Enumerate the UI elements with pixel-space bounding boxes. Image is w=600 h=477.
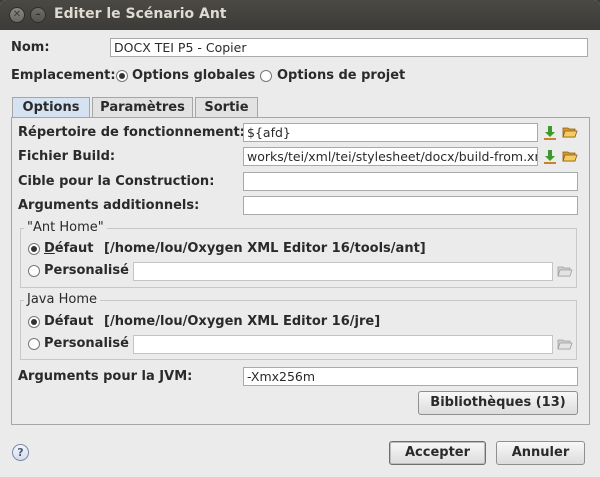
jvm-args-input[interactable]: -Xmx256m xyxy=(243,367,578,386)
build-file-label: Fichier Build: xyxy=(18,149,116,164)
minimize-window-button[interactable]: – xyxy=(30,7,46,23)
java-home-custom-radio[interactable] xyxy=(28,338,40,350)
libraries-button[interactable]: Bibliothèques (13) xyxy=(418,391,578,415)
accept-button[interactable]: Accepter xyxy=(389,441,486,465)
build-target-label: Cible pour la Construction: xyxy=(18,174,215,189)
ant-home-custom-label[interactable]: Personalisé xyxy=(44,263,129,278)
close-window-button[interactable]: ✕ xyxy=(9,7,25,23)
java-home-default-radio[interactable] xyxy=(28,316,40,328)
download-icon[interactable] xyxy=(542,149,558,165)
location-project-radio[interactable] xyxy=(260,70,272,82)
location-global-label[interactable]: Options globales xyxy=(132,68,255,83)
folder-open-icon[interactable] xyxy=(562,124,578,140)
name-label: Nom: xyxy=(11,40,50,55)
tab-parameters[interactable]: Paramètres xyxy=(92,97,193,117)
java-home-title: Java Home xyxy=(24,292,100,307)
jvm-args-label: Arguments pour la JVM: xyxy=(18,369,193,384)
dialog-window: ✕ – Editer le Scénario Ant Nom: DOCX TEI… xyxy=(0,0,600,477)
location-global-radio[interactable] xyxy=(116,70,128,82)
build-target-input[interactable] xyxy=(243,172,578,191)
java-home-default-label[interactable]: Défaut xyxy=(44,314,94,329)
folder-open-icon[interactable] xyxy=(557,336,573,352)
tab-output[interactable]: Sortie xyxy=(195,97,258,117)
working-dir-input[interactable]: ${afd} xyxy=(243,123,538,142)
download-icon[interactable] xyxy=(542,125,558,141)
window-title: Editer le Scénario Ant xyxy=(54,6,227,22)
ant-home-custom-input[interactable] xyxy=(133,262,553,281)
tab-options[interactable]: Options xyxy=(12,97,90,118)
java-home-default-path: [/home/lou/Oxygen XML Editor 16/jre] xyxy=(104,314,381,329)
name-input[interactable]: DOCX TEI P5 - Copier xyxy=(110,38,588,57)
ant-home-default-path: [/home/lou/Oxygen XML Editor 16/tools/an… xyxy=(104,241,426,256)
ant-home-title: "Ant Home" xyxy=(24,220,107,235)
title-bar[interactable]: ✕ – Editer le Scénario Ant xyxy=(0,0,600,30)
extra-args-label: Arguments additionnels: xyxy=(18,198,200,213)
ant-home-custom-radio[interactable] xyxy=(28,265,40,277)
help-icon[interactable]: ? xyxy=(12,444,29,461)
extra-args-input[interactable] xyxy=(243,196,578,215)
java-home-custom-input[interactable] xyxy=(133,335,553,354)
ant-home-default-text: éfaut xyxy=(54,241,94,256)
location-project-label[interactable]: Options de projet xyxy=(277,68,405,83)
ant-home-default-label[interactable]: Défaut xyxy=(44,241,94,256)
ant-home-default-radio[interactable] xyxy=(28,243,40,255)
build-file-input[interactable]: works/tei/xml/tei/stylesheet/docx/build-… xyxy=(243,147,538,166)
java-home-custom-label[interactable]: Personalisé xyxy=(44,336,129,351)
folder-open-icon[interactable] xyxy=(557,263,573,279)
location-label: Emplacement: xyxy=(11,68,116,83)
folder-open-icon[interactable] xyxy=(562,148,578,164)
cancel-button[interactable]: Annuler xyxy=(496,441,585,465)
working-dir-label: Répertoire de fonctionnement: xyxy=(18,125,245,140)
